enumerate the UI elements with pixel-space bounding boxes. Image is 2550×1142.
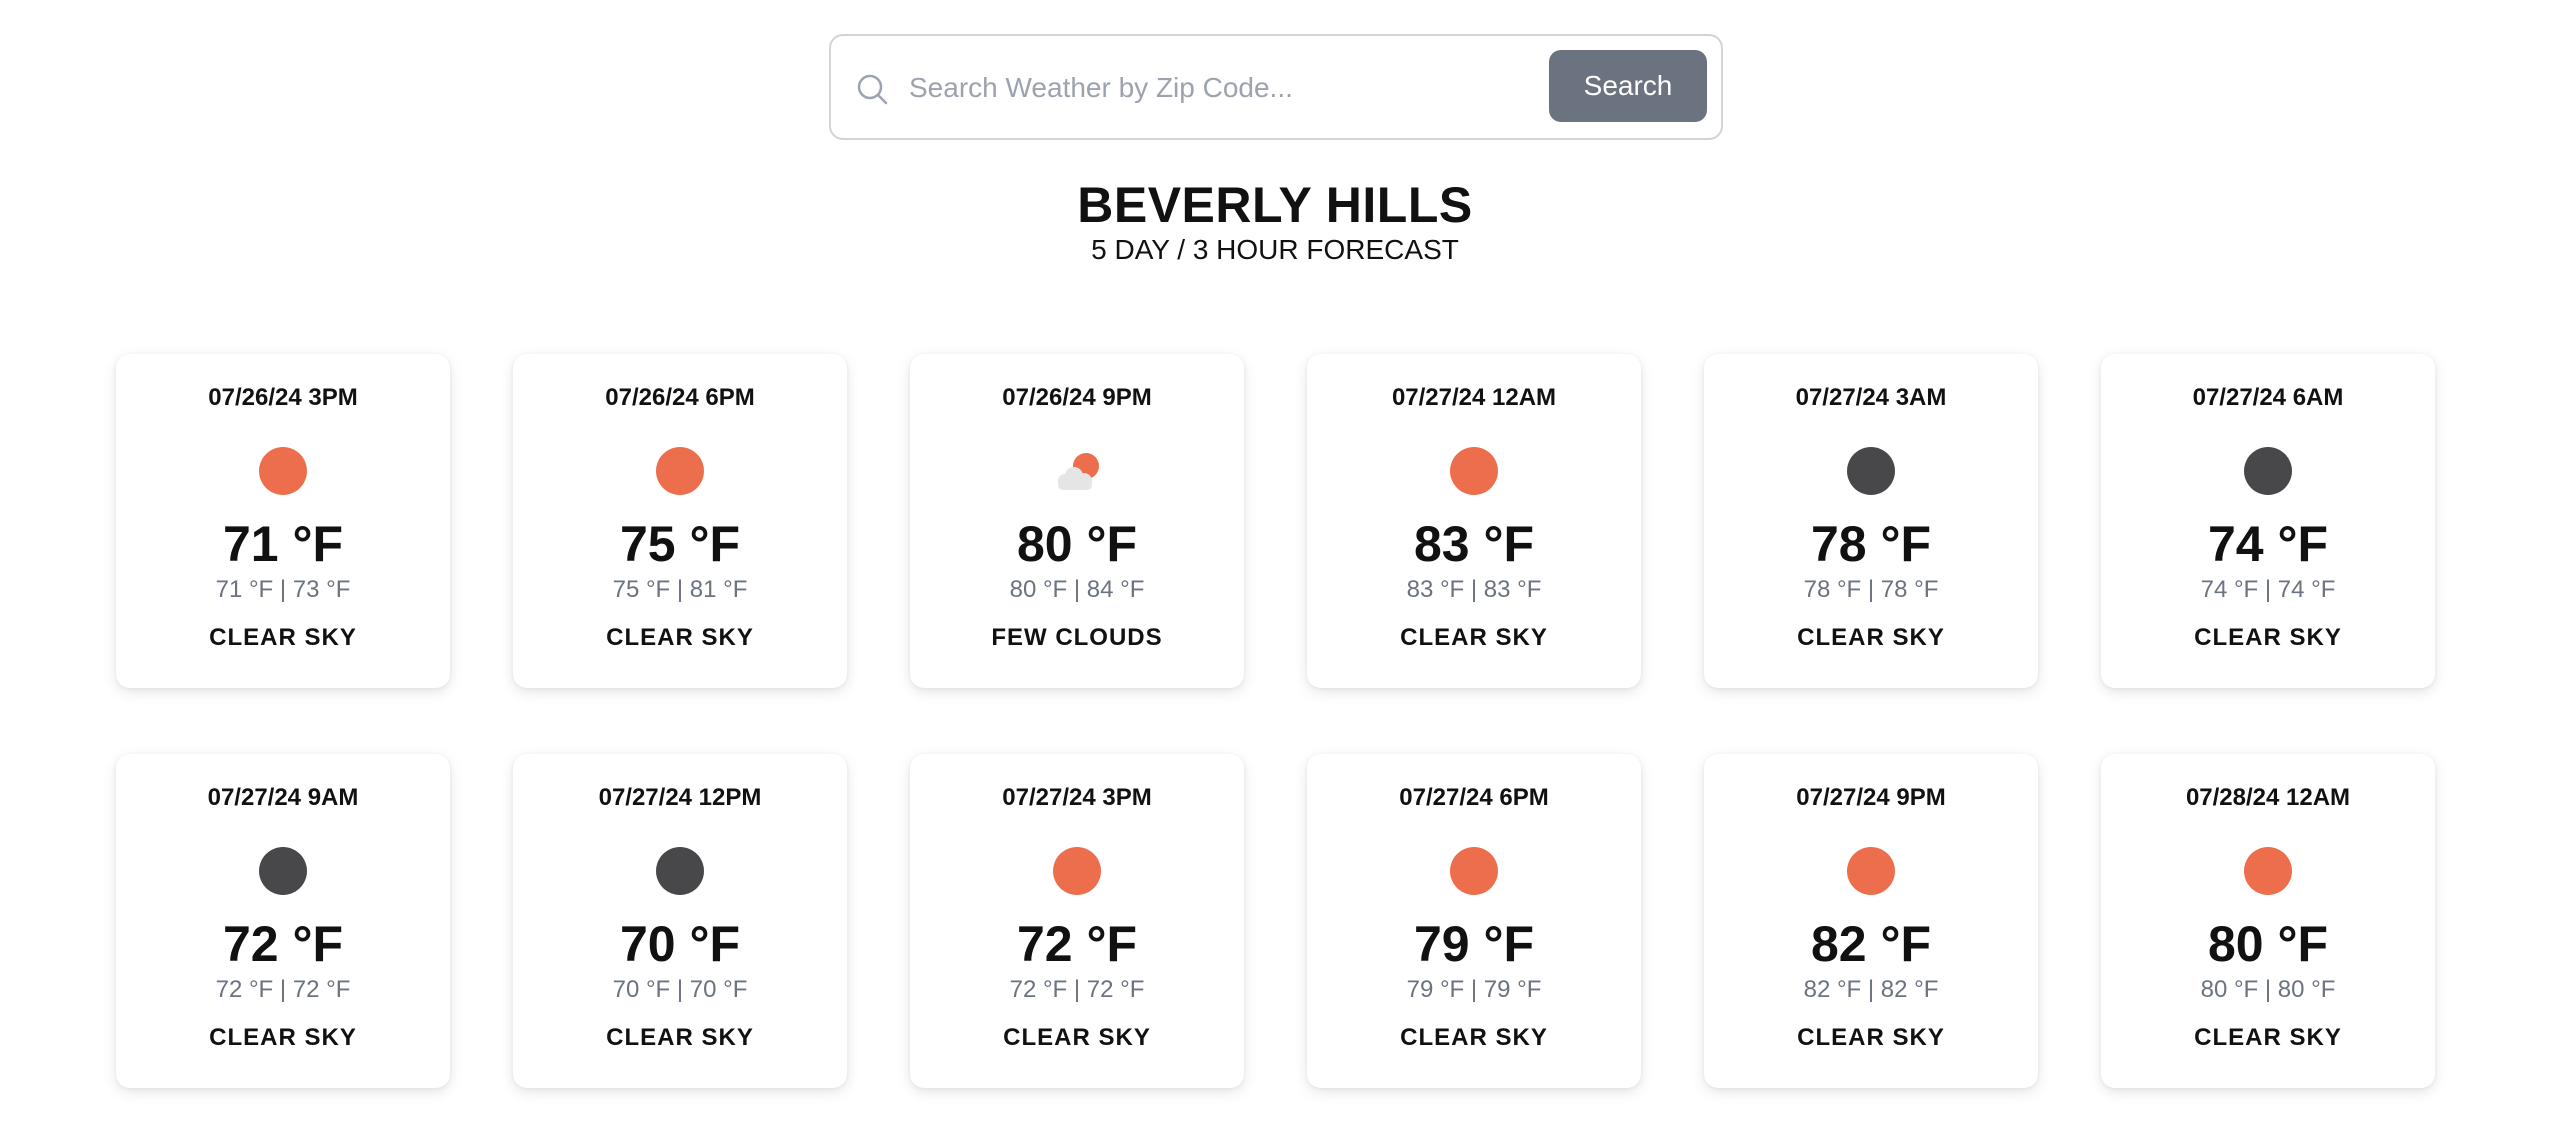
forecast-temp-range: 70 °F | 70 °F bbox=[612, 976, 748, 1003]
forecast-temp-range: 80 °F | 80 °F bbox=[2200, 976, 2336, 1003]
forecast-temperature: 74 °F bbox=[2207, 516, 2329, 572]
forecast-description: CLEAR SKY bbox=[606, 1024, 754, 1051]
clear-sky-night-icon bbox=[258, 846, 308, 896]
forecast-card: 07/27/24 9PM 82 °F 82 °F | 82 °F CLEAR S… bbox=[1704, 754, 2038, 1088]
search-bar: Search bbox=[829, 34, 1723, 140]
forecast-temperature: 75 °F bbox=[619, 516, 741, 572]
clear-sky-night-icon bbox=[655, 846, 705, 896]
forecast-card: 07/26/24 9PM 80 °F 80 °F | 84 °F FEW CLO… bbox=[910, 354, 1244, 688]
forecast-temperature: 78 °F bbox=[1810, 516, 1932, 572]
forecast-description: CLEAR SKY bbox=[1400, 1024, 1548, 1051]
forecast-time: 07/27/24 3PM bbox=[1002, 784, 1152, 811]
forecast-temperature: 80 °F bbox=[2207, 916, 2329, 972]
forecast-card: 07/26/24 3PM 71 °F 71 °F | 73 °F CLEAR S… bbox=[116, 354, 450, 688]
forecast-temp-range: 75 °F | 81 °F bbox=[612, 576, 748, 603]
forecast-temp-range: 79 °F | 79 °F bbox=[1406, 976, 1542, 1003]
forecast-temperature: 71 °F bbox=[222, 516, 344, 572]
forecast-temperature: 82 °F bbox=[1810, 916, 1932, 972]
forecast-temperature: 83 °F bbox=[1413, 516, 1535, 572]
clear-sky-day-icon bbox=[258, 446, 308, 496]
forecast-description: CLEAR SKY bbox=[606, 624, 754, 651]
forecast-temp-range: 72 °F | 72 °F bbox=[215, 976, 351, 1003]
forecast-time: 07/28/24 12AM bbox=[2185, 784, 2351, 811]
forecast-temperature: 72 °F bbox=[222, 916, 344, 972]
clear-sky-day-icon bbox=[1449, 846, 1499, 896]
forecast-temp-range: 83 °F | 83 °F bbox=[1406, 576, 1542, 603]
forecast-time: 07/27/24 9PM bbox=[1796, 784, 1946, 811]
forecast-temp-range: 71 °F | 73 °F bbox=[215, 576, 351, 603]
forecast-card: 07/28/24 12AM 80 °F 80 °F | 80 °F CLEAR … bbox=[2101, 754, 2435, 1088]
forecast-time: 07/27/24 3AM bbox=[1795, 384, 1947, 411]
clear-sky-day-icon bbox=[2243, 846, 2293, 896]
forecast-card: 07/27/24 3PM 72 °F 72 °F | 72 °F CLEAR S… bbox=[910, 754, 1244, 1088]
forecast-grid: 07/26/24 3PM 71 °F 71 °F | 73 °F CLEAR S… bbox=[116, 354, 2436, 1088]
forecast-temp-range: 82 °F | 82 °F bbox=[1803, 976, 1939, 1003]
forecast-description: CLEAR SKY bbox=[1797, 1024, 1945, 1051]
search-icon bbox=[857, 74, 888, 105]
forecast-time: 07/26/24 3PM bbox=[208, 384, 358, 411]
forecast-card: 07/27/24 6AM 74 °F 74 °F | 74 °F CLEAR S… bbox=[2101, 354, 2435, 688]
zip-search-input[interactable] bbox=[909, 58, 1369, 118]
forecast-time: 07/27/24 6AM bbox=[2192, 384, 2344, 411]
forecast-time: 07/27/24 12PM bbox=[598, 784, 762, 811]
few-clouds-icon bbox=[1052, 446, 1102, 496]
forecast-description: CLEAR SKY bbox=[2194, 1024, 2342, 1051]
forecast-temperature: 80 °F bbox=[1016, 516, 1138, 572]
forecast-description: FEW CLOUDS bbox=[991, 624, 1163, 651]
forecast-description: CLEAR SKY bbox=[1003, 1024, 1151, 1051]
forecast-description: CLEAR SKY bbox=[1797, 624, 1945, 651]
forecast-temperature: 70 °F bbox=[619, 916, 741, 972]
forecast-card: 07/27/24 3AM 78 °F 78 °F | 78 °F CLEAR S… bbox=[1704, 354, 2038, 688]
forecast-time: 07/27/24 12AM bbox=[1391, 384, 1557, 411]
forecast-temperature: 79 °F bbox=[1413, 916, 1535, 972]
forecast-subtitle: 5 DAY / 3 HOUR FORECAST bbox=[1091, 234, 1459, 265]
forecast-time: 07/27/24 6PM bbox=[1399, 784, 1549, 811]
search-button[interactable]: Search bbox=[1549, 50, 1707, 122]
clear-sky-night-icon bbox=[2243, 446, 2293, 496]
forecast-time: 07/26/24 6PM bbox=[605, 384, 755, 411]
forecast-card: 07/27/24 6PM 79 °F 79 °F | 79 °F CLEAR S… bbox=[1307, 754, 1641, 1088]
forecast-temp-range: 78 °F | 78 °F bbox=[1803, 576, 1939, 603]
clear-sky-day-icon bbox=[1449, 446, 1499, 496]
forecast-card: 07/27/24 12PM 70 °F 70 °F | 70 °F CLEAR … bbox=[513, 754, 847, 1088]
clear-sky-day-icon bbox=[1052, 846, 1102, 896]
forecast-time: 07/26/24 9PM bbox=[1002, 384, 1152, 411]
forecast-card: 07/26/24 6PM 75 °F 75 °F | 81 °F CLEAR S… bbox=[513, 354, 847, 688]
forecast-temp-range: 80 °F | 84 °F bbox=[1009, 576, 1145, 603]
forecast-temp-range: 72 °F | 72 °F bbox=[1009, 976, 1145, 1003]
clear-sky-day-icon bbox=[655, 446, 705, 496]
forecast-description: CLEAR SKY bbox=[209, 624, 357, 651]
forecast-card: 07/27/24 9AM 72 °F 72 °F | 72 °F CLEAR S… bbox=[116, 754, 450, 1088]
forecast-temp-range: 74 °F | 74 °F bbox=[2200, 576, 2336, 603]
forecast-card: 07/27/24 12AM 83 °F 83 °F | 83 °F CLEAR … bbox=[1307, 354, 1641, 688]
clear-sky-night-icon bbox=[1846, 446, 1896, 496]
forecast-description: CLEAR SKY bbox=[209, 1024, 357, 1051]
forecast-description: CLEAR SKY bbox=[2194, 624, 2342, 651]
clear-sky-day-icon bbox=[1846, 846, 1896, 896]
forecast-description: CLEAR SKY bbox=[1400, 624, 1548, 651]
forecast-time: 07/27/24 9AM bbox=[207, 784, 359, 811]
forecast-temperature: 72 °F bbox=[1016, 916, 1138, 972]
city-title: BEVERLY HILLS bbox=[1077, 177, 1473, 233]
